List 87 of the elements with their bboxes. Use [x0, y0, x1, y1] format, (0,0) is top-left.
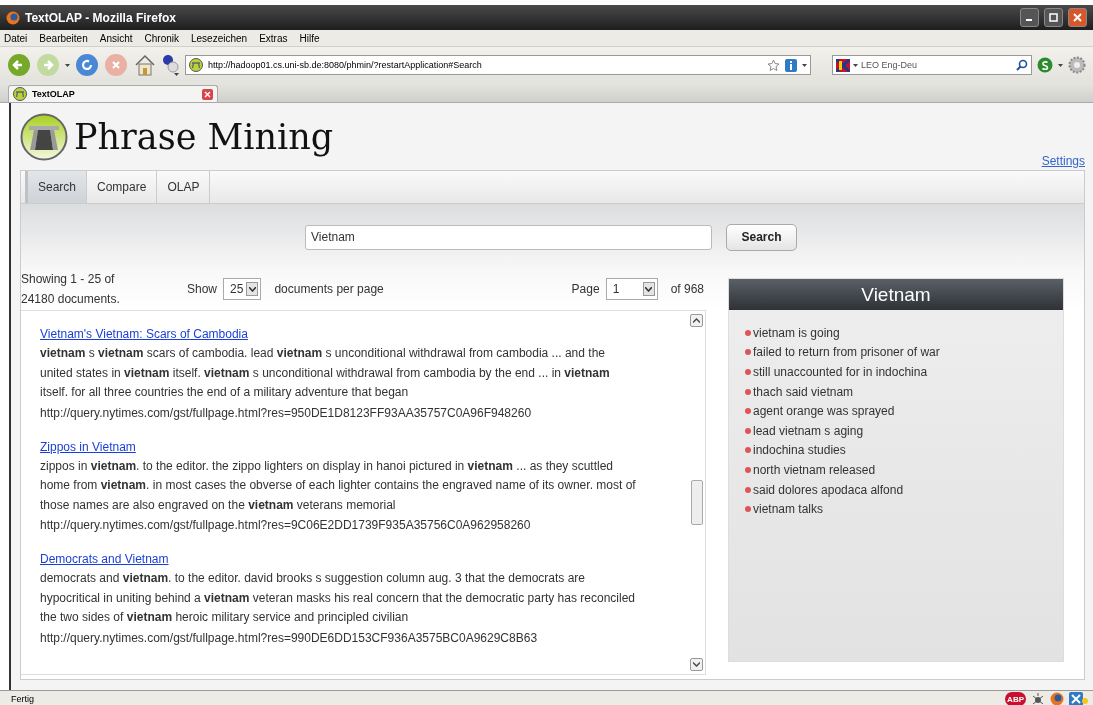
scroll-up-button[interactable]: [690, 314, 703, 327]
menu-item[interactable]: Bearbeiten: [39, 32, 88, 44]
page-label: Page: [571, 282, 600, 296]
result-summary: Showing 1 - 25 of 24180 documents.: [21, 271, 121, 308]
phrase-link[interactable]: said dolores apodaca alfond: [753, 482, 904, 497]
scroll-down-button[interactable]: [690, 658, 703, 671]
addon-icon[interactable]: [1069, 692, 1089, 705]
bug-icon[interactable]: [1031, 692, 1045, 705]
bullet-icon: [745, 486, 751, 493]
page-size-select[interactable]: 25: [223, 278, 262, 300]
phrase-link[interactable]: lead vietnam s aging: [753, 423, 864, 438]
bullet-icon: [745, 506, 751, 513]
gear-icon[interactable]: [1068, 56, 1086, 74]
search-engine-label: LEO Eng-Deu: [861, 60, 919, 70]
menu-item[interactable]: Extras: [259, 32, 288, 44]
bullet-icon: [745, 466, 751, 473]
maximize-icon: [1049, 13, 1058, 22]
caret-icon[interactable]: [853, 63, 858, 67]
search-field[interactable]: LEO Eng-Deu: [832, 55, 1032, 75]
search-input[interactable]: Vietnam: [305, 224, 712, 250]
tab[interactable]: Compare: [87, 171, 158, 203]
menu-item[interactable]: Ansicht: [99, 32, 133, 44]
star-icon[interactable]: [767, 58, 780, 72]
result-url: http://query.nytimes.com/gst/fullpage.html?res=950DE1D8123FF93AA35757C0A96F948260: [40, 404, 533, 422]
browser-tab[interactable]: TextOLAP: [8, 85, 218, 102]
tab-close-icon[interactable]: [202, 88, 213, 100]
phrase-link[interactable]: indochina studies: [753, 443, 846, 458]
reload-icon[interactable]: [75, 53, 99, 77]
page-select[interactable]: 1: [605, 278, 658, 300]
result-title-link[interactable]: Vietnam's Vietnam: Scars of Cambodia: [40, 325, 248, 344]
result-url: http://query.nytimes.com/gst/fullpage.html?res=990DE6DD153CF936A3575BC0A9629C8B63: [40, 629, 539, 647]
url-text: http://hadoop01.cs.uni-sb.de:8080/phmin/?restartApplication#Search: [208, 60, 483, 70]
phrase-link[interactable]: north vietnam released: [753, 462, 876, 477]
result-url: http://query.nytimes.com/gst/fullpage.html?res=9C06E2DD1739F935A35756C0A962958260: [40, 517, 532, 534]
caret-icon: [645, 286, 653, 292]
minimize-button[interactable]: [1020, 8, 1039, 27]
per-page-label: documents per page: [274, 282, 384, 296]
site-icon: [13, 87, 27, 101]
phrase-link[interactable]: thach said vietnam: [753, 384, 854, 399]
phrase-panel-title: Vietnam: [729, 279, 1063, 310]
close-button[interactable]: [1068, 8, 1087, 27]
tab[interactable]: Search: [25, 171, 88, 203]
info-icon[interactable]: [785, 58, 797, 72]
back-icon[interactable]: [7, 53, 31, 77]
bullet-icon: [745, 427, 751, 434]
home-icon[interactable]: [133, 53, 157, 77]
phrase-link[interactable]: failed to return from prisoner of war: [753, 345, 940, 360]
maximize-button[interactable]: [1044, 8, 1063, 27]
flag-icon[interactable]: [836, 58, 850, 72]
bullet-icon: [745, 388, 751, 395]
settings-link[interactable]: Settings: [1041, 154, 1085, 168]
show-label: Show: [187, 282, 218, 296]
scroll-thumb[interactable]: [690, 480, 703, 525]
app-title: Phrase Mining: [74, 116, 334, 157]
page-count: of 968: [670, 282, 704, 296]
adblock-badge[interactable]: ABP: [1005, 692, 1026, 705]
logo-icon: [20, 112, 68, 161]
bullet-icon: [745, 408, 751, 415]
bullet-icon: [745, 329, 751, 336]
site-icon: [189, 58, 203, 72]
menu-item[interactable]: Datei: [4, 32, 28, 44]
result-title-link[interactable]: Zippos in Vietnam: [40, 437, 136, 457]
phrase-link[interactable]: agent orange was sprayed: [753, 404, 895, 419]
close-icon: [1073, 13, 1082, 22]
address-bar[interactable]: http://hadoop01.cs.uni-sb.de:8080/phmin/?restartApplication#Search: [185, 55, 811, 75]
menu-item[interactable]: Lesezeichen: [191, 32, 248, 44]
bullet-icon: [745, 349, 751, 356]
phrase-link[interactable]: still unaccounted for in indochina: [753, 365, 928, 379]
scrollbar[interactable]: [688, 311, 705, 674]
status-text: Fertig: [11, 694, 34, 704]
menu-item[interactable]: Chronik: [144, 32, 179, 44]
caret-icon[interactable]: [1058, 63, 1063, 67]
phrase-link[interactable]: vietnam is going: [753, 325, 840, 340]
addon-icon[interactable]: [1037, 57, 1053, 73]
caret-icon[interactable]: [65, 63, 70, 67]
bullet-icon: [745, 369, 751, 375]
caret-icon: [248, 286, 256, 292]
result-title-link[interactable]: Democrats and Vietnam: [40, 550, 169, 569]
window-title: TextOLAP - Mozilla Firefox: [25, 10, 176, 25]
menu-item[interactable]: Hilfe: [299, 32, 320, 44]
phrase-link[interactable]: vietnam talks: [753, 502, 824, 517]
search-button[interactable]: Search: [726, 223, 797, 251]
tab[interactable]: OLAP: [157, 171, 211, 203]
plugin-icon[interactable]: [162, 54, 180, 76]
bullet-icon: [745, 447, 751, 454]
search-icon[interactable]: [1016, 59, 1028, 71]
caret-icon[interactable]: [802, 63, 807, 67]
